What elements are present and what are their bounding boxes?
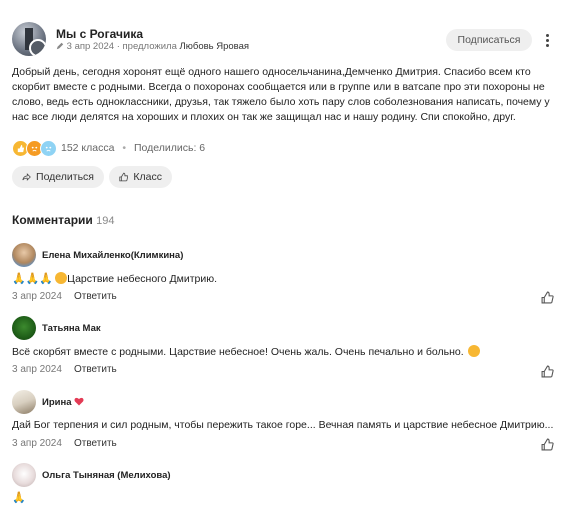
post-text: Добрый день, сегодня хоронят ещё одного … [12,66,550,123]
thumbs-up-icon[interactable] [541,291,554,304]
pencil-icon [56,42,64,50]
pray-emoji: 🙏 [12,492,26,504]
shares-count[interactable]: Поделились: 6 [134,142,205,154]
comment-author[interactable]: Ольга Тыняная (Мелихова) [42,470,171,481]
share-button[interactable]: Поделиться [12,166,104,188]
comment-text: Всё скорбят вместе с родными. Царствие н… [12,346,464,358]
share-arrow-icon [22,173,31,181]
avatar[interactable] [12,243,36,267]
comments-title: Комментарии [12,213,93,227]
group-avatar[interactable] [12,22,46,56]
author-link[interactable]: Любовь Яровая [180,41,250,52]
group-name[interactable]: Мы с Рогачика [56,27,143,41]
comment-text: Дай Бог терпения и сил родным, чтобы пер… [12,419,554,431]
comment-author[interactable]: Елена Михайленко(Климкина) [42,250,183,261]
crying-emoji-icon [467,345,480,357]
group-badge-icon [29,39,46,56]
avatar[interactable] [12,463,36,487]
post-date: 3 апр 2024 [66,41,115,52]
crying-face-reaction-icon [40,139,57,157]
suggested-by-label: предложила [122,41,177,52]
thumbs-up-icon[interactable] [541,365,554,378]
comment-text-row: 🙏 [12,491,26,504]
comment-date: 3 апр 2024 [12,438,62,449]
comment-text: Царствие небесного Дмитрию. [67,273,218,285]
pray-emoji: 🙏🙏🙏 [12,273,54,285]
avatar[interactable] [12,316,36,340]
reactions-summary[interactable] [12,139,57,157]
heart-badge-icon [74,397,84,406]
thumbs-up-icon [119,172,129,182]
comments-header: Комментарии 194 [12,213,115,227]
like-label: Класс [133,171,162,183]
comment-author[interactable]: Ирина [42,397,72,408]
comment-author-row: Ирина [42,397,84,408]
sad-emoji-icon [55,272,68,284]
thumbs-up-icon[interactable] [541,438,554,451]
post-meta: 3 апр 2024 · предложила Любовь Яровая [56,41,249,52]
reply-button[interactable]: Ответить [74,438,117,449]
comment-date: 3 апр 2024 [12,291,62,302]
comment-date: 3 апр 2024 [12,364,62,375]
more-vertical-icon[interactable] [543,30,551,50]
avatar[interactable] [12,390,36,414]
comment-text-row: 🙏🙏🙏 Царствие небесного Дмитрию. [12,272,217,285]
share-label: Поделиться [36,171,94,183]
reactions-count[interactable]: 152 класса [61,142,114,154]
subscribe-button[interactable]: Подписаться [446,29,532,51]
comment-author[interactable]: Татьяна Мак [42,323,101,334]
reply-button[interactable]: Ответить [74,364,117,375]
comments-count: 194 [96,215,115,227]
reactions-count-row: 152 класса • Поделились: 6 [61,142,206,154]
reply-button[interactable]: Ответить [74,291,117,302]
like-button[interactable]: Класс [109,166,172,188]
comment-text-row: Всё скорбят вместе с родными. Царствие н… [12,345,480,358]
